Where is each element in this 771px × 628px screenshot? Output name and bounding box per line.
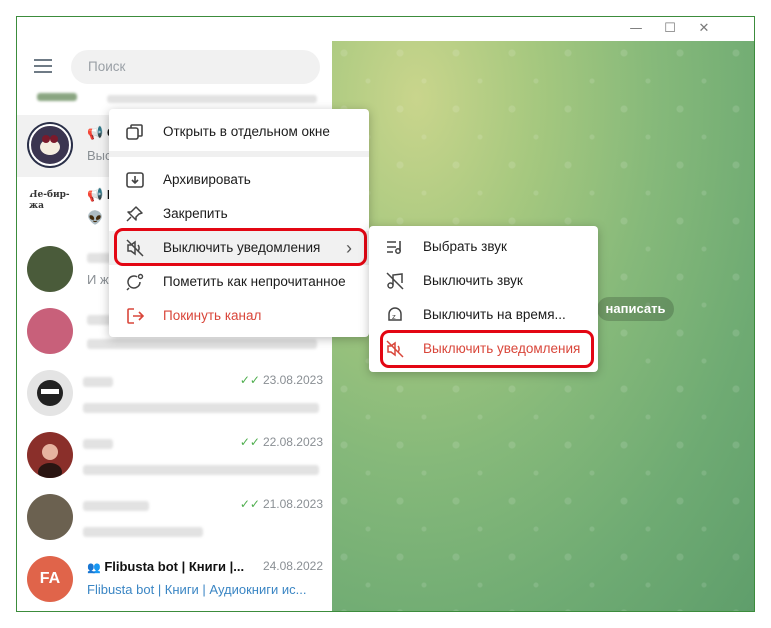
chat-preview: 👽 [87,210,104,225]
leave-icon [127,308,145,324]
chat-title: 👥 Flibusta bot | Книги |... [87,559,245,574]
minimize-button[interactable]: — [619,17,653,41]
chat-preview: И ж [87,272,109,287]
chat-date: ✓✓ 22.08.2023 [239,435,323,449]
chat-row[interactable]: ✓✓ 21.08.2023 [17,487,332,549]
submenu-item-choose-sound[interactable]: Выбрать звук [369,230,598,264]
menu-item-open-window[interactable]: Открыть в отдельном окне [109,115,369,149]
search-input[interactable]: Поиск [71,50,320,84]
chat-row[interactable]: ✓✓ 23.08.2023 [17,363,332,425]
chat-preview: Flibusta bot | Книги | Аудиокниги ис... [87,582,307,597]
avatar [27,308,73,354]
archive-icon [126,172,144,188]
snooze-icon: z [388,307,402,321]
chat-date: ✓✓ 21.08.2023 [239,497,323,511]
svg-text:z: z [392,313,396,321]
menu-item-archive[interactable]: Архивировать [109,163,369,197]
menu-icon[interactable] [34,59,52,73]
maximize-button[interactable]: ☐ [653,17,687,41]
chat-preview: Выс [87,148,112,163]
pin-icon [126,206,143,222]
choose-sound-icon [387,241,401,254]
mark-unread-icon [126,273,144,291]
highlight-frame [114,228,367,266]
close-button[interactable]: ✕ [687,17,721,41]
chat-context-menu: Открыть в отдельном окне Архивировать За… [109,109,369,337]
avatar [27,246,73,292]
title-bar: — ☐ ✕ [17,17,754,41]
highlight-frame [380,330,594,368]
avatar: FA [27,556,73,602]
menu-item-mark-unread[interactable]: Пометить как непрочитанное [109,265,369,299]
chat-row[interactable]: FA 👥 Flibusta bot | Книги |... 24.08.202… [17,549,332,611]
menu-item-pin[interactable]: Закрепить [109,197,369,231]
avatar [27,122,73,168]
chat-date: ✓✓ 23.08.2023 [239,373,323,387]
chat-row[interactable]: ✓✓ 22.08.2023 [17,425,332,487]
sound-off-icon [386,272,404,290]
menu-item-leave-channel[interactable]: Покинуть канал [109,299,369,333]
group-icon: 👥 [87,562,101,574]
submenu-item-mute-for-time[interactable]: z Выключить на время... [369,298,598,332]
avatar [27,432,73,478]
submenu-item-sound-off[interactable]: Выключить звук [369,264,598,298]
chat-date: 24.08.2022 [262,559,323,573]
avatar: Не-бир-жа [27,184,73,230]
avatar [27,494,73,540]
write-button[interactable]: написать [597,297,674,321]
avatar [27,370,73,416]
open-window-icon [126,124,143,140]
